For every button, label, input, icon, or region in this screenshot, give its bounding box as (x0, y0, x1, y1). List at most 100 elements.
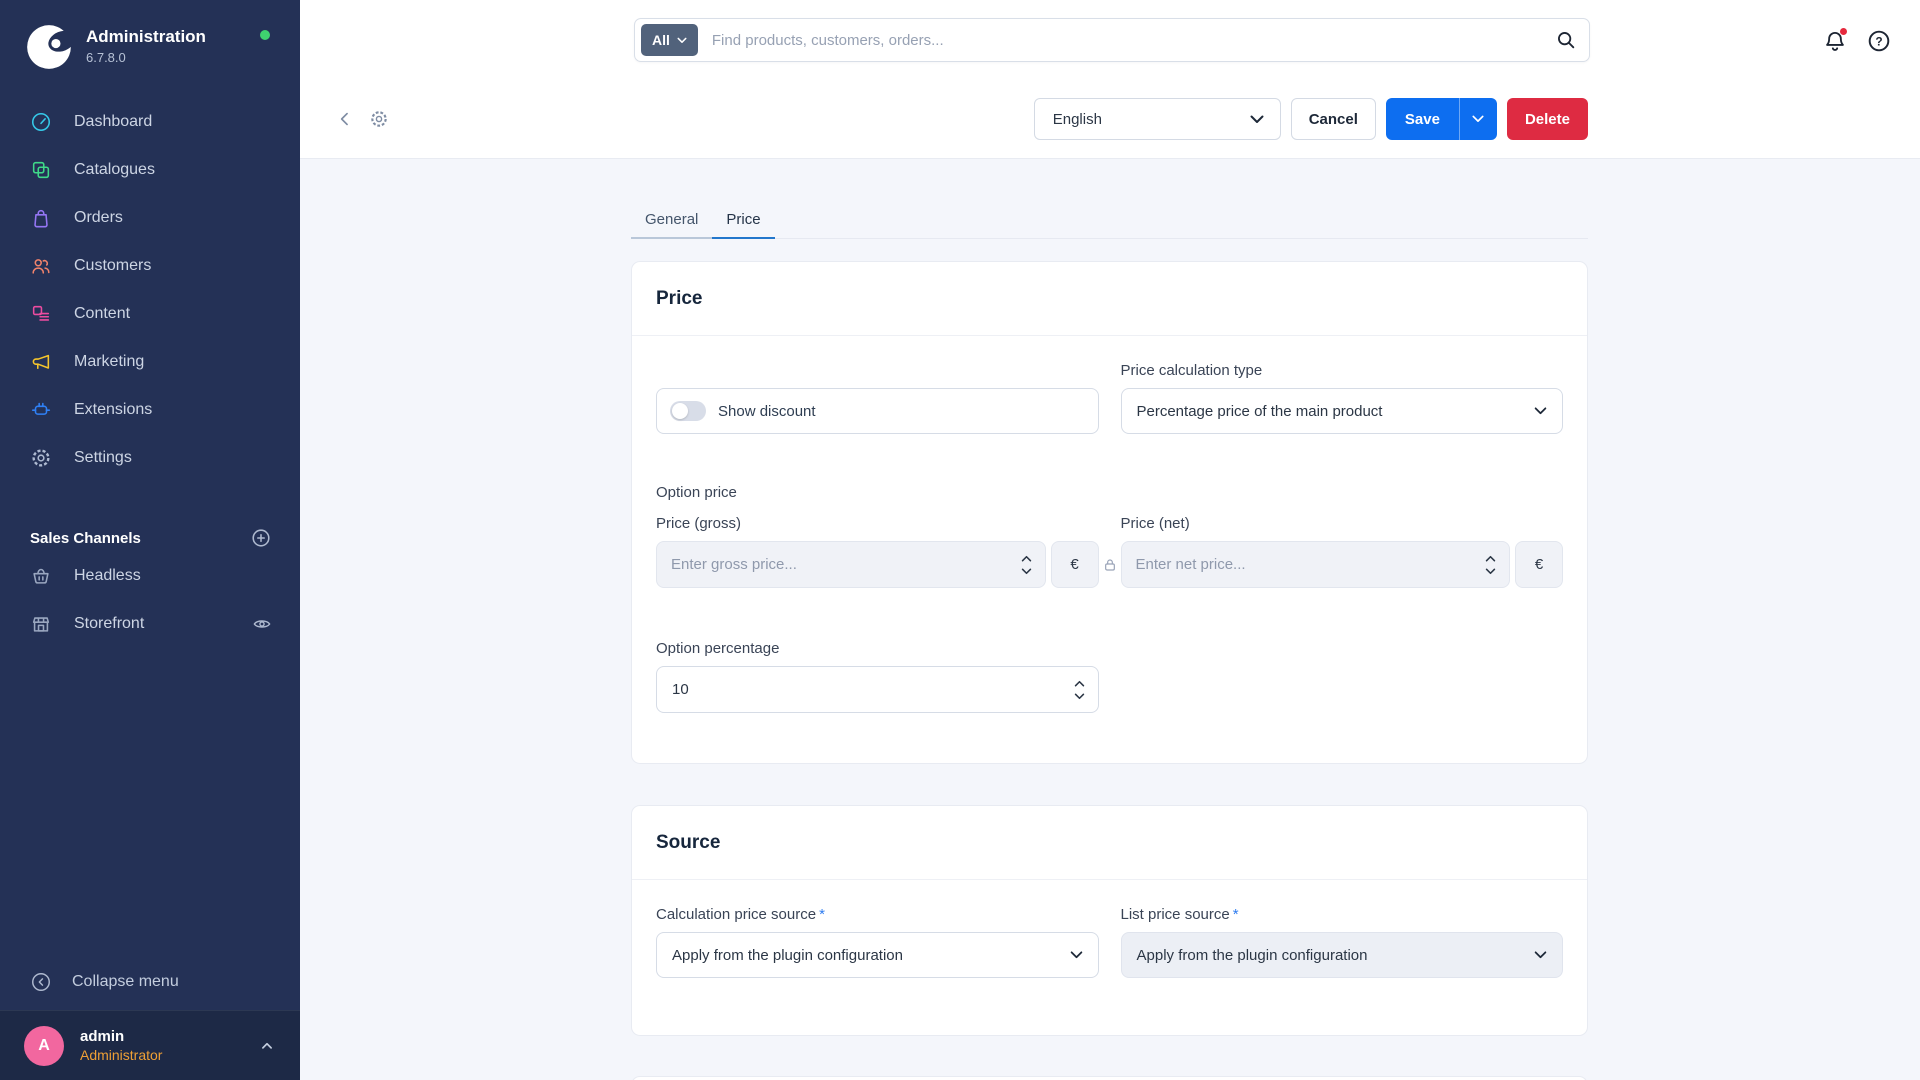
sidebar-item-content[interactable]: Content (0, 290, 300, 338)
customers-icon (30, 255, 52, 277)
currency-suffix: € (1051, 541, 1099, 588)
online-status-dot (260, 30, 270, 40)
show-discount-toggle[interactable] (670, 401, 706, 421)
notifications-bell-icon[interactable] (1822, 28, 1848, 54)
price-net-label: Price (net) (1121, 515, 1564, 532)
step-down-icon[interactable] (1074, 693, 1085, 700)
dashboard-icon (30, 111, 52, 133)
list-source-value: Apply from the plugin configuration (1137, 947, 1368, 964)
currency-suffix: € (1515, 541, 1563, 588)
global-search-bar: All (634, 18, 1590, 62)
option-price-label: Option price (656, 484, 1563, 501)
calc-source-select[interactable]: Apply from the plugin configuration (656, 932, 1099, 978)
language-select[interactable]: English (1034, 98, 1281, 140)
tab-general[interactable]: General (631, 202, 712, 239)
user-name: admin (80, 1028, 162, 1045)
price-net-input[interactable] (1136, 556, 1478, 573)
step-up-icon[interactable] (1074, 680, 1085, 687)
basket-icon (30, 565, 52, 587)
add-sales-channel-button[interactable] (250, 527, 272, 549)
option-percentage-field (656, 666, 1099, 713)
extensions-icon (30, 399, 52, 421)
user-menu[interactable]: A admin Administrator (0, 1010, 300, 1080)
source-card: Source Calculation price source* Apply f… (631, 805, 1588, 1036)
sidebar-item-marketing[interactable]: Marketing (0, 338, 300, 386)
price-net-field: € (1121, 541, 1564, 588)
calc-source-value: Apply from the plugin configuration (672, 947, 903, 964)
step-down-icon[interactable] (1021, 568, 1032, 575)
list-source-select[interactable]: Apply from the plugin configuration (1121, 932, 1564, 978)
sidebar-item-label: Content (74, 305, 130, 323)
show-discount-field: Show discount (656, 388, 1099, 434)
calc-type-value: Percentage price of the main product (1137, 403, 1383, 420)
shopware-logo-icon (26, 24, 72, 70)
price-lock-icon[interactable] (1102, 557, 1118, 573)
avatar: A (24, 1026, 64, 1066)
svg-text:?: ? (1875, 34, 1882, 48)
cancel-button[interactable]: Cancel (1291, 98, 1376, 140)
sales-channel-label: Headless (74, 567, 141, 585)
step-up-icon[interactable] (1485, 555, 1496, 562)
help-icon[interactable]: ? (1866, 28, 1892, 54)
search-input[interactable] (698, 32, 1543, 49)
option-percentage-input[interactable] (672, 681, 1066, 698)
sidebar-nav: Dashboard Catalogues Orders Customers Co… (0, 98, 300, 482)
search-type-label: All (652, 32, 670, 48)
sales-channels-header: Sales Channels (30, 530, 141, 547)
sales-channels-section: Sales Channels Headless Storefront (0, 524, 300, 648)
page-settings-gear-icon[interactable] (362, 102, 396, 136)
sidebar: Administration 6.7.8.0 Dashboard Catalog… (0, 0, 300, 1080)
next-card-sliver (631, 1076, 1588, 1080)
smart-bar: English Cancel Save Delete (300, 80, 1920, 159)
app-title: Administration (86, 27, 206, 47)
orders-icon (30, 207, 52, 229)
chevron-down-icon (1070, 951, 1083, 959)
sidebar-item-orders[interactable]: Orders (0, 194, 300, 242)
user-role: Administrator (80, 1047, 162, 1063)
settings-gear-icon (30, 447, 52, 469)
price-card-title: Price (656, 288, 1563, 310)
required-mark: * (819, 906, 825, 923)
sidebar-item-extensions[interactable]: Extensions (0, 386, 300, 434)
collapse-chevron-icon (30, 971, 52, 993)
storefront-icon (30, 613, 52, 635)
language-value: English (1053, 111, 1102, 128)
sales-channel-headless[interactable]: Headless (0, 552, 300, 600)
collapse-menu-button[interactable]: Collapse menu (0, 954, 300, 1010)
calc-source-label: Calculation price source (656, 906, 816, 923)
page-content: General Price Price Show discount Price (300, 159, 1920, 1080)
sidebar-item-settings[interactable]: Settings (0, 434, 300, 482)
sidebar-item-dashboard[interactable]: Dashboard (0, 98, 300, 146)
required-mark: * (1233, 906, 1239, 923)
step-down-icon[interactable] (1485, 568, 1496, 575)
sidebar-footer: Collapse menu A admin Administrator (0, 954, 300, 1080)
delete-button[interactable]: Delete (1507, 98, 1588, 140)
sidebar-item-label: Customers (74, 257, 151, 275)
chevron-up-icon (258, 1037, 276, 1055)
collapse-menu-label: Collapse menu (72, 973, 179, 991)
step-up-icon[interactable] (1021, 555, 1032, 562)
content-icon (30, 303, 52, 325)
tab-bar: General Price (631, 202, 1588, 239)
sidebar-item-label: Settings (74, 449, 132, 467)
search-icon[interactable] (1543, 19, 1589, 61)
chevron-down-icon (1534, 407, 1547, 415)
sidebar-item-label: Extensions (74, 401, 152, 419)
calc-type-select[interactable]: Percentage price of the main product (1121, 388, 1564, 434)
preview-eye-icon[interactable] (252, 614, 272, 634)
sidebar-item-customers[interactable]: Customers (0, 242, 300, 290)
price-card: Price Show discount Price calculation ty… (631, 261, 1588, 764)
sidebar-item-catalogues[interactable]: Catalogues (0, 146, 300, 194)
save-button[interactable]: Save (1386, 98, 1459, 140)
show-discount-label: Show discount (718, 403, 816, 420)
save-options-chevron[interactable] (1459, 98, 1497, 140)
search-type-selector[interactable]: All (641, 24, 698, 56)
price-gross-input[interactable] (671, 556, 1013, 573)
sales-channel-storefront[interactable]: Storefront (0, 600, 300, 648)
chevron-down-icon (1534, 951, 1547, 959)
tab-price[interactable]: Price (712, 202, 774, 239)
back-button[interactable] (328, 102, 362, 136)
sidebar-header: Administration 6.7.8.0 (0, 0, 300, 70)
app-version: 6.7.8.0 (86, 50, 206, 65)
option-percentage-label: Option percentage (656, 640, 1099, 657)
